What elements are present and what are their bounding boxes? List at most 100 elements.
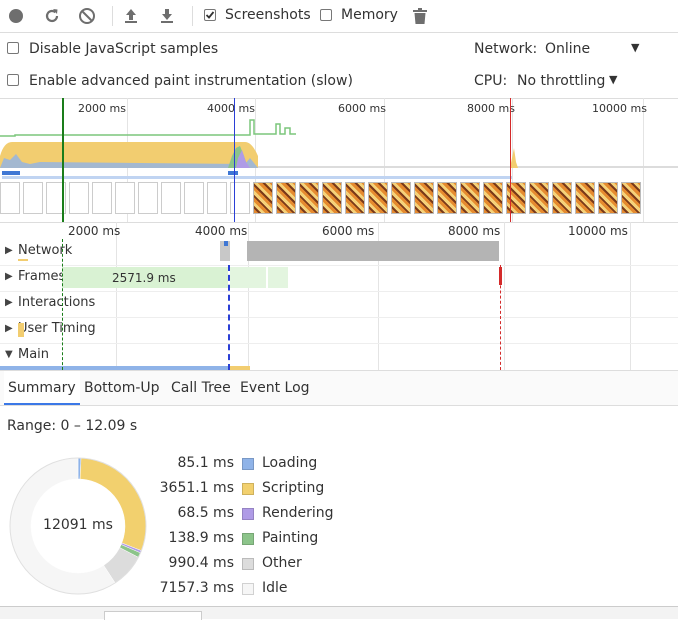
donut-slice-scripting [79, 457, 147, 551]
cpu-value: No throttling [517, 73, 606, 89]
reload-button[interactable] [42, 6, 62, 26]
tab-bottom-up[interactable]: Bottom-Up [80, 371, 164, 405]
legend-value: 990.4 ms [168, 555, 234, 571]
upload-icon [125, 9, 137, 23]
drawer-tab[interactable] [104, 611, 202, 620]
screenshot-thumbnail [460, 182, 480, 214]
tab-summary[interactable]: Summary [4, 371, 80, 405]
frame-block[interactable] [230, 267, 266, 288]
screenshot-thumbnail [276, 182, 296, 214]
load-event-marker [499, 267, 502, 285]
network-value: Online [545, 41, 591, 57]
screenshot-thumbnail [0, 182, 20, 214]
tab-event-log[interactable]: Event Log [236, 371, 314, 405]
disable-js-samples-checkbox[interactable] [7, 42, 19, 54]
network-select[interactable]: Online ▼ [545, 39, 647, 61]
frame-block[interactable]: 2571.9 ms [62, 267, 228, 288]
network-label: Network: [474, 41, 538, 57]
track-label: Network [18, 243, 73, 258]
screenshot-thumbnail [69, 182, 89, 214]
advanced-paint-checkbox[interactable] [7, 74, 19, 86]
track-user-timing[interactable]: ▶ User Timing [0, 317, 678, 344]
tab-call-tree[interactable]: Call Tree [167, 371, 235, 405]
screenshot-thumbnail [230, 182, 250, 214]
checkmark-icon [205, 11, 215, 19]
legend-swatch [242, 533, 254, 545]
legend-name: Scripting [262, 480, 325, 496]
ruler-tick: 4000 ms [195, 224, 248, 238]
frame-duration: 2571.9 ms [112, 271, 176, 285]
ruler-tick: 10000 ms [568, 224, 628, 238]
disable-js-samples-label: Disable JavaScript samples [29, 41, 219, 57]
overview-tick: 10000 ms [592, 102, 647, 115]
legend-value: 3651.1 ms [159, 480, 234, 496]
overview-tick: 2000 ms [78, 102, 126, 115]
ruler-tick: 2000 ms [68, 224, 121, 238]
screenshot-thumbnail [414, 182, 434, 214]
collapse-arrow-icon: ▼ [5, 349, 13, 360]
track-main[interactable]: ▼ Main [0, 343, 678, 370]
network-request-bar [2, 171, 20, 175]
screenshots-checkbox[interactable] [204, 9, 216, 21]
track-frames[interactable]: ▶ Frames 2571.9 ms [0, 265, 678, 292]
screenshot-thumbnail [529, 182, 549, 214]
details-tabs: Summary Bottom-Up Call Tree Event Log [0, 370, 678, 406]
legend-row: 990.4 ms Other [150, 555, 350, 577]
cpu-label: CPU: [474, 73, 508, 89]
ruler-tick: 6000 ms [322, 224, 375, 238]
timeline-overview[interactable]: 2000 ms 4000 ms 6000 ms 8000 ms 10000 ms [0, 98, 678, 223]
expand-arrow-icon: ▶ [5, 323, 13, 334]
save-profile-button[interactable] [157, 6, 177, 26]
track-interactions[interactable]: ▶ Interactions [0, 291, 678, 318]
legend-swatch [242, 483, 254, 495]
overview-tick: 6000 ms [338, 102, 386, 115]
clear-button[interactable] [77, 6, 97, 26]
screenshot-thumbnail [115, 182, 135, 214]
screenshot-filmstrip [0, 182, 678, 216]
track-label: User Timing [18, 321, 96, 336]
frame-block[interactable] [268, 267, 288, 288]
screenshot-thumbnail [23, 182, 43, 214]
legend-name: Loading [262, 455, 318, 471]
expand-arrow-icon: ▶ [5, 297, 13, 308]
first-paint-marker [62, 239, 63, 370]
garbage-collect-button[interactable] [410, 6, 430, 26]
screenshot-thumbnail [322, 182, 342, 214]
memory-label: Memory [341, 7, 398, 23]
tracks-panel: 2000 ms 4000 ms 6000 ms 8000 ms 10000 ms… [0, 222, 678, 370]
toolbar: Screenshots Memory [0, 0, 678, 33]
cpu-select[interactable]: No throttling ▼ [517, 71, 627, 93]
screenshot-thumbnail [598, 182, 618, 214]
record-button[interactable] [6, 6, 26, 26]
legend-name: Rendering [262, 505, 334, 521]
legend-row: 138.9 ms Painting [150, 530, 350, 552]
advanced-paint-label: Enable advanced paint instrumentation (s… [29, 73, 353, 89]
memory-checkbox[interactable] [320, 9, 332, 21]
track-label: Main [18, 347, 50, 362]
track-accent [18, 259, 28, 261]
screenshot-thumbnail [391, 182, 411, 214]
legend-swatch [242, 558, 254, 570]
screenshot-thumbnail [621, 182, 641, 214]
screenshot-thumbnail [483, 182, 503, 214]
screenshot-thumbnail [552, 182, 572, 214]
ruler-tick: 8000 ms [448, 224, 501, 238]
track-network[interactable]: ▶ Network [0, 239, 678, 266]
legend-swatch [242, 458, 254, 470]
expand-arrow-icon: ▶ [5, 245, 13, 256]
clear-icon [79, 8, 95, 24]
legend-value: 138.9 ms [168, 530, 234, 546]
screenshot-thumbnail [437, 182, 457, 214]
screenshot-thumbnail [207, 182, 227, 214]
dom-content-loaded-marker [228, 265, 230, 370]
cpu-activity-chart [0, 142, 678, 168]
load-profile-button[interactable] [121, 6, 141, 26]
legend-row: 3651.1 ms Scripting [150, 480, 350, 502]
screenshot-thumbnail [368, 182, 388, 214]
track-label: Interactions [18, 295, 96, 310]
overview-tick: 4000 ms [207, 102, 255, 115]
reload-icon [45, 9, 59, 23]
capture-settings: Disable JavaScript samples Enable advanc… [0, 33, 678, 99]
load-event-marker [510, 98, 511, 222]
track-accent [18, 323, 24, 337]
